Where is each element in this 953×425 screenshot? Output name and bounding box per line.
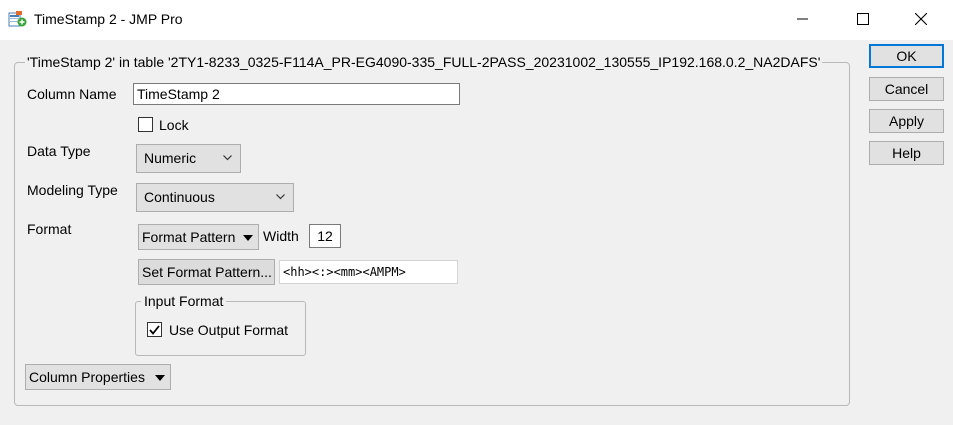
use-output-format-label: Use Output Format [169, 322, 289, 338]
data-type-value: Numeric [144, 150, 197, 166]
lock-label: Lock [159, 117, 189, 133]
width-label: Width [263, 228, 299, 244]
apply-button[interactable]: Apply [869, 109, 944, 133]
lock-checkbox[interactable] [138, 117, 153, 132]
close-icon [915, 13, 927, 25]
cancel-button[interactable]: Cancel [869, 77, 944, 101]
chevron-down-icon [223, 155, 232, 161]
column-properties-label: Column Properties [29, 369, 145, 385]
dropdown-triangle-icon [243, 235, 253, 241]
format-value: Format Pattern [142, 229, 236, 245]
dropdown-triangle-icon [155, 375, 165, 381]
dialog-body: 'TimeStamp 2' in table '2TY1-8233_0325-F… [0, 40, 953, 425]
format-label: Format [27, 221, 72, 237]
column-name-label: Column Name [27, 86, 117, 102]
data-type-select[interactable]: Numeric [136, 144, 241, 173]
close-button[interactable] [898, 0, 944, 38]
help-button[interactable]: Help [869, 141, 944, 165]
input-format-title: Input Format [141, 293, 227, 309]
column-name-input[interactable]: TimeStamp 2 [133, 83, 460, 105]
set-format-pattern-button[interactable]: Set Format Pattern... [138, 259, 275, 285]
modeling-type-value: Continuous [144, 189, 215, 205]
minimize-icon [797, 18, 808, 20]
window-title: TimeStamp 2 - JMP Pro [34, 11, 183, 27]
chevron-down-icon [276, 194, 285, 200]
maximize-button[interactable] [840, 0, 886, 38]
checkmark-icon [149, 324, 160, 335]
use-output-format-checkbox[interactable] [147, 322, 162, 337]
group-title: 'TimeStamp 2' in table '2TY1-8233_0325-F… [25, 54, 823, 70]
title-bar[interactable]: TimeStamp 2 - JMP Pro [0, 0, 953, 40]
maximize-icon [857, 13, 869, 25]
format-pattern-display: <hh><:><mm><AMPM> [279, 260, 458, 284]
format-dropdown[interactable]: Format Pattern [138, 224, 259, 250]
ok-button[interactable]: OK [869, 44, 944, 68]
modeling-type-label: Modeling Type [27, 182, 118, 198]
column-properties-button[interactable]: Column Properties [25, 364, 171, 390]
minimize-button[interactable] [780, 0, 826, 38]
modeling-type-select[interactable]: Continuous [136, 183, 294, 212]
jmp-app-icon [8, 11, 27, 27]
data-type-label: Data Type [27, 143, 91, 159]
width-input[interactable]: 12 [309, 224, 341, 248]
